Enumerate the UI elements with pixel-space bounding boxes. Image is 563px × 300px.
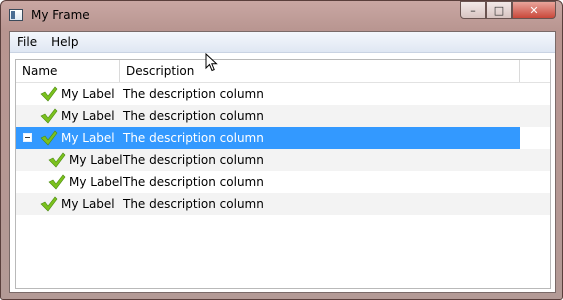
row-description: The description column (123, 131, 264, 145)
column-header-description[interactable]: Description (120, 60, 520, 82)
tree-row[interactable]: My Label The description column (16, 149, 550, 171)
tree-list-control[interactable]: Name Description My Label The description… (15, 59, 551, 289)
row-description: The description column (123, 109, 264, 123)
column-header-name[interactable]: Name (16, 60, 120, 82)
maximize-button[interactable]: □ (486, 1, 512, 19)
mouse-cursor-icon (205, 53, 218, 72)
collapse-toggle-icon[interactable] (23, 133, 32, 142)
tree-row[interactable]: My Label The description column (16, 193, 550, 215)
maximize-icon: □ (493, 3, 505, 17)
row-description: The description column (123, 87, 264, 101)
title-bar[interactable]: My Frame – □ ✕ (1, 1, 563, 31)
check-icon (40, 196, 58, 212)
check-icon (48, 174, 66, 190)
check-icon (40, 130, 58, 146)
client-area: File Help Name Description My Label The d… (9, 31, 556, 293)
row-label: My Label (69, 153, 123, 167)
menu-bar: File Help (10, 32, 555, 53)
close-button[interactable]: ✕ (512, 1, 556, 19)
menu-help[interactable]: Help (44, 32, 85, 52)
row-label: My Label (61, 87, 115, 101)
app-icon (9, 9, 23, 21)
row-label: My Label (69, 175, 123, 189)
menu-file[interactable]: File (10, 32, 44, 52)
window-title: My Frame (31, 8, 90, 22)
check-icon (40, 86, 58, 102)
tree-row[interactable]: My Label The description column (16, 127, 550, 149)
tree-row[interactable]: My Label The description column (16, 105, 550, 127)
check-icon (48, 152, 66, 168)
window-frame: My Frame – □ ✕ File Help Name Descriptio… (0, 0, 563, 300)
minimize-icon: – (470, 3, 476, 17)
row-description: The description column (123, 175, 264, 189)
close-icon: ✕ (529, 3, 539, 17)
tree-row[interactable]: My Label The description column (16, 171, 550, 193)
minimize-button[interactable]: – (460, 1, 486, 19)
column-header: Name Description (16, 60, 550, 83)
row-label: My Label (61, 131, 115, 145)
tree-row[interactable]: My Label The description column (16, 83, 550, 105)
caption-buttons: – □ ✕ (460, 1, 556, 20)
row-description: The description column (123, 197, 264, 211)
row-description: The description column (123, 153, 264, 167)
check-icon (40, 108, 58, 124)
row-label: My Label (61, 109, 115, 123)
row-label: My Label (61, 197, 115, 211)
